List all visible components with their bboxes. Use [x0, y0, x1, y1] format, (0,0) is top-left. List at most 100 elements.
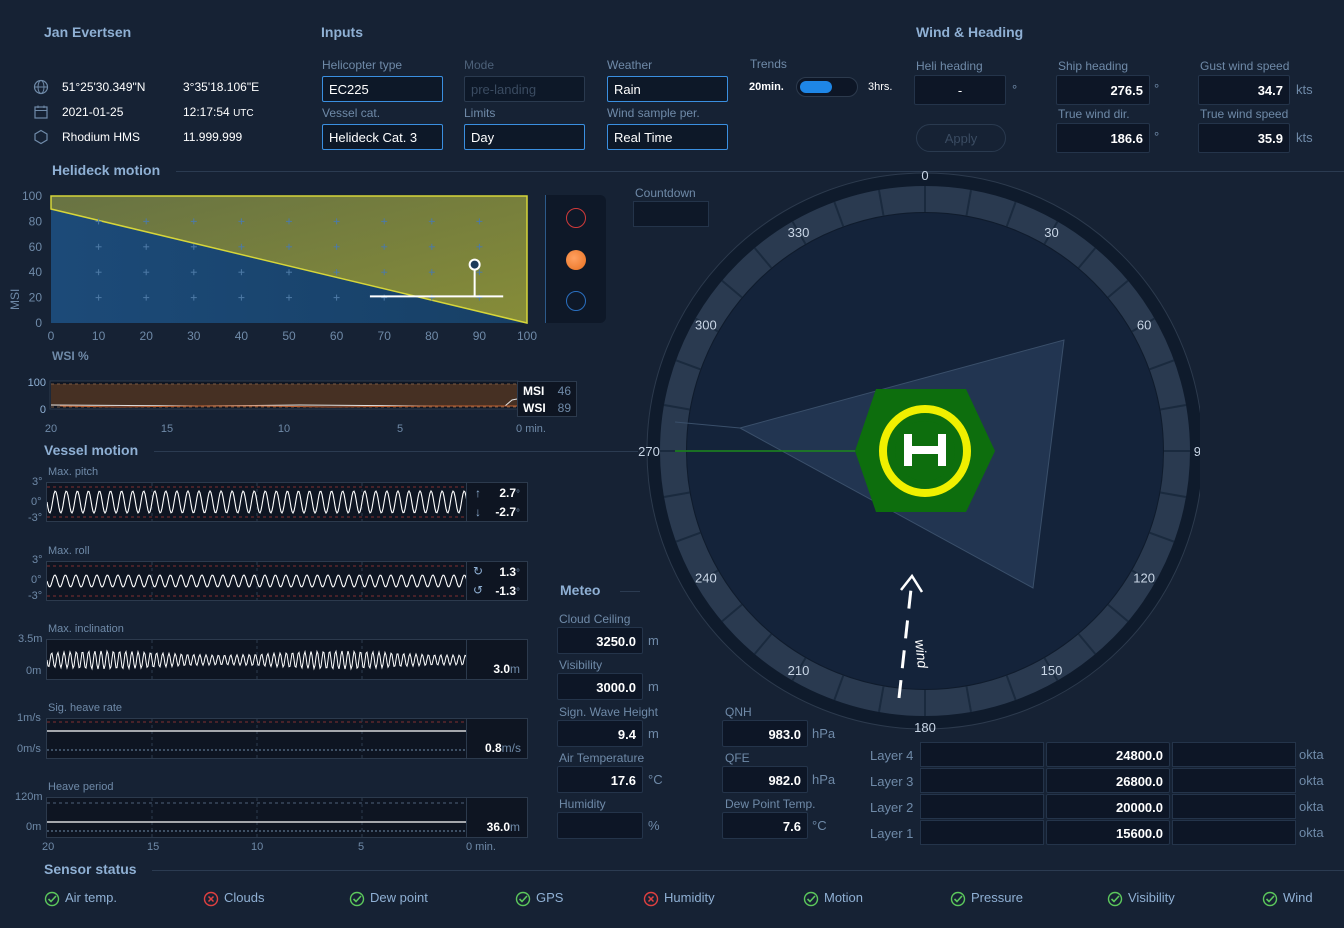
divider — [152, 870, 1344, 871]
wsi-tick: 50 — [282, 329, 296, 343]
mode-select[interactable]: pre-landing — [464, 76, 585, 102]
limits-select[interactable]: Day — [464, 124, 585, 150]
inclination-unit: m — [510, 662, 520, 676]
pitch-up: 2.7 — [499, 486, 516, 500]
trend-x-10: 10 — [278, 423, 290, 435]
heave-period-unit: m — [510, 820, 520, 834]
trends-toggle[interactable] — [796, 77, 858, 97]
air-temp-label: Air Temperature — [559, 751, 645, 765]
ship-heading-value: 276.5 — [1056, 75, 1150, 105]
roll-tick-bot: -3° — [28, 590, 43, 602]
calendar-icon — [33, 104, 49, 120]
compass-label-30: 30 — [1044, 225, 1058, 240]
vessel-cat-select[interactable]: Helideck Cat. 3 — [322, 124, 443, 150]
wind-sample-select[interactable]: Real Time — [607, 124, 728, 150]
limits-label: Limits — [464, 106, 496, 120]
apply-button[interactable]: Apply — [916, 124, 1006, 152]
compass-label-90: 90 — [1194, 444, 1200, 459]
weather-select[interactable]: Rain — [607, 76, 728, 102]
pitch-down-unit: ° — [516, 508, 520, 519]
heave-period-readout: 36.0m — [466, 797, 528, 838]
msi-wsi-readout: MSI 46 WSI 89 — [517, 381, 577, 417]
wsi-tick: 90 — [473, 329, 487, 343]
dew-point-label: Dew Point Temp. — [725, 797, 816, 811]
dew-point-unit: °C — [812, 818, 827, 833]
wsi-tick: 10 — [92, 329, 106, 343]
roll-readout: ↻ 1.3° ↺ -1.3° — [466, 561, 528, 601]
okta-unit: okta — [1299, 773, 1324, 788]
inclination-value: 3.0 — [493, 662, 510, 676]
heli-heading-input[interactable]: - — [914, 75, 1006, 105]
ship-heading-label: Ship heading — [1058, 59, 1129, 73]
compass-label-120: 120 — [1133, 571, 1155, 586]
layer-field-c — [1172, 794, 1296, 819]
mode-label: Mode — [464, 58, 495, 72]
msi-tick: 40 — [29, 265, 43, 279]
compass-label-300: 300 — [695, 318, 717, 333]
pitch-tick-top: 3° — [32, 476, 43, 488]
inputs-title: Inputs — [321, 24, 363, 40]
x-circle-icon — [643, 891, 659, 910]
roll-up: 1.3 — [499, 565, 516, 579]
msi-tick: 100 — [22, 189, 42, 203]
sensor-name: Air temp. — [65, 890, 118, 905]
sensor-name: Visibility — [1128, 890, 1175, 905]
heave-period-chart — [46, 797, 468, 838]
wsi-axis-label: WSI % — [52, 349, 89, 363]
wsi-tick: 100 — [517, 329, 537, 343]
heave-period-tick-bot: 0m — [26, 821, 42, 833]
blue-light — [566, 291, 586, 311]
check-circle-icon — [515, 891, 531, 910]
compass-label-210: 210 — [788, 663, 810, 678]
longitude: 3°35'18.106"E — [183, 80, 260, 94]
qfe-value: 982.0 — [722, 766, 808, 793]
compass-label-270: 270 — [638, 444, 660, 459]
heave-period-value: 36.0 — [486, 820, 510, 834]
wsi-label: WSI — [523, 401, 546, 415]
sensor-name: Clouds — [224, 890, 265, 905]
roll-tick-top: 3° — [32, 554, 43, 566]
trend-x-15: 15 — [161, 423, 173, 435]
check-circle-icon — [349, 891, 365, 910]
time: 12:17:54 — [183, 105, 230, 119]
compass-label-240: 240 — [695, 571, 717, 586]
pitch-chart — [46, 482, 468, 522]
wind-sample-label: Wind sample per. — [607, 106, 700, 120]
layer-field-c — [1172, 742, 1296, 767]
msi-value: 46 — [557, 384, 571, 398]
pitch-readout: ↑ 2.7° ↓ -2.7° — [466, 482, 528, 522]
operator-name: Jan Evertsen — [44, 24, 132, 40]
qfe-unit: hPa — [812, 772, 836, 787]
layer-label: Layer 2 — [870, 800, 914, 815]
roll-up-unit: ° — [516, 568, 520, 579]
helicopter-type-select[interactable]: EC225 — [322, 76, 443, 102]
layer-field-a — [920, 820, 1044, 845]
sensor-name: GPS — [536, 890, 564, 905]
trend-right-label: 3hrs. — [868, 81, 893, 93]
trend-y-100: 100 — [28, 377, 46, 389]
trend-left-label: 20min. — [749, 81, 784, 93]
current-point — [468, 258, 481, 271]
helideck-chart: 100 80 60 40 20 00 10 20 30 40 50 60 70 80 90 100 MSI — [8, 189, 537, 343]
compass-rose: 0 30 60 90 120 150 180 210 240 270 300 330 wind — [638, 170, 1200, 732]
layer-label: Layer 4 — [870, 748, 914, 763]
heli-heading-unit: ° — [1012, 82, 1018, 97]
sensor-name: Pressure — [971, 890, 1024, 905]
cloud-ceiling-label: Cloud Ceiling — [559, 612, 631, 626]
incl-tick-top: 3.5m — [18, 633, 43, 645]
layer-field-a — [920, 768, 1044, 793]
red-light — [566, 208, 586, 228]
qnh-value: 983.0 — [722, 720, 808, 747]
rotate-ccw-icon: ↺ — [473, 583, 484, 597]
okta-unit: okta — [1299, 799, 1324, 814]
inclination-readout: 3.0m — [466, 639, 528, 680]
layer-value: 26800.0 — [1046, 768, 1170, 793]
pitch-tick-bot: -3° — [28, 512, 43, 524]
latitude: 51°25'30.349"N — [62, 80, 146, 94]
vessel-cat-label: Vessel cat. — [322, 106, 381, 120]
trend-x-5: 5 — [397, 423, 403, 435]
true-wind-speed-unit: kts — [1296, 130, 1313, 145]
hexagon-icon — [33, 129, 49, 145]
layer-label: Layer 3 — [870, 774, 914, 789]
timezone: UTC — [233, 108, 254, 119]
